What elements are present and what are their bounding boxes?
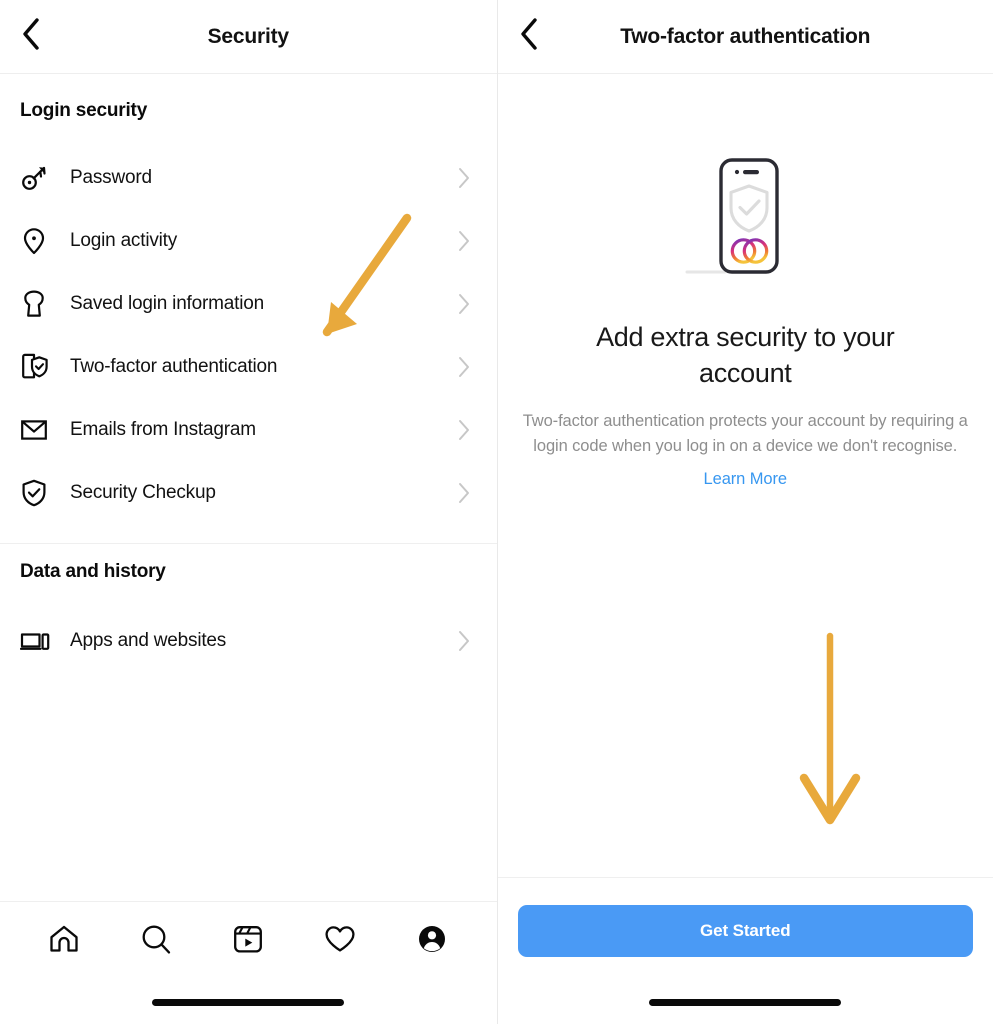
list-item-label: Two-factor authentication (70, 355, 278, 377)
list-item-label: Security Checkup (70, 481, 216, 503)
tab-reels[interactable] (222, 915, 274, 967)
keyhole-lock-icon (20, 289, 54, 319)
two-factor-authentication-screen: Two-factor authentication Add extra secu… (496, 0, 993, 1024)
security-header: Security (0, 0, 497, 74)
list-item-login-activity[interactable]: Login activity (0, 209, 497, 272)
reels-icon (231, 922, 265, 961)
list-item-security-checkup[interactable]: Security Checkup (0, 461, 497, 524)
bottom-tab-bar (0, 901, 497, 1024)
list-item-label: Saved login information (70, 292, 264, 314)
chevron-right-icon (453, 167, 477, 189)
home-icon (47, 922, 81, 961)
heart-icon (323, 922, 357, 961)
security-screen: Security Login security Password Login a… (0, 0, 497, 1024)
hero-section: Add extra security to your account Two-f… (498, 74, 993, 489)
two-factor-header: Two-factor authentication (497, 0, 993, 74)
tab-search[interactable] (130, 915, 182, 967)
list-item-label: Login activity (70, 229, 178, 251)
chevron-right-icon (453, 293, 477, 315)
list-item-label: Password (70, 166, 152, 188)
page-title: Security (207, 24, 289, 48)
shield-check-icon (20, 478, 54, 508)
list-item-label: Emails from Instagram (70, 418, 256, 440)
cta-footer: Get Started (497, 877, 993, 1024)
list-item-saved-login-information[interactable]: Saved login information (0, 272, 497, 335)
chevron-right-icon (453, 230, 477, 252)
chevron-right-icon (453, 482, 477, 504)
hero-description: Two-factor authentication protects your … (522, 412, 968, 455)
key-icon (20, 163, 54, 193)
get-started-button[interactable]: Get Started (517, 905, 973, 957)
chevron-right-icon (453, 356, 477, 378)
back-button[interactable] (10, 16, 52, 58)
list-item-emails-from-instagram[interactable]: Emails from Instagram (0, 398, 497, 461)
list-item-label: Apps and websites (70, 629, 227, 651)
tab-profile[interactable] (406, 915, 458, 967)
profile-icon (415, 922, 449, 961)
home-indicator (649, 999, 842, 1006)
page-title: Two-factor authentication (620, 24, 871, 48)
section-heading-login-security: Login security (20, 100, 148, 121)
chevron-left-icon (518, 17, 540, 56)
dual-screenshot-container: Security Login security Password Login a… (0, 0, 993, 1024)
phone-shield-check-icon (20, 352, 54, 382)
section-heading-data-and-history: Data and history (20, 561, 166, 582)
devices-icon (20, 626, 54, 656)
list-item-apps-and-websites[interactable]: Apps and websites (0, 609, 497, 672)
location-pin-icon (20, 226, 54, 256)
back-button[interactable] (508, 16, 550, 58)
phone-with-shield-illustration (685, 154, 805, 282)
tab-home[interactable] (38, 915, 90, 967)
home-indicator (152, 999, 345, 1006)
list-item-password[interactable]: Password (0, 146, 497, 209)
hero-title: Add extra security to your account (596, 322, 895, 388)
learn-more-link[interactable]: Learn More (704, 470, 787, 489)
list-item-two-factor-authentication[interactable]: Two-factor authentication (0, 335, 497, 398)
chevron-right-icon (453, 630, 477, 652)
search-icon (139, 922, 173, 961)
chevron-left-icon (20, 17, 42, 56)
tab-activity[interactable] (314, 915, 366, 967)
chevron-right-icon (453, 419, 477, 441)
envelope-icon (20, 415, 54, 445)
